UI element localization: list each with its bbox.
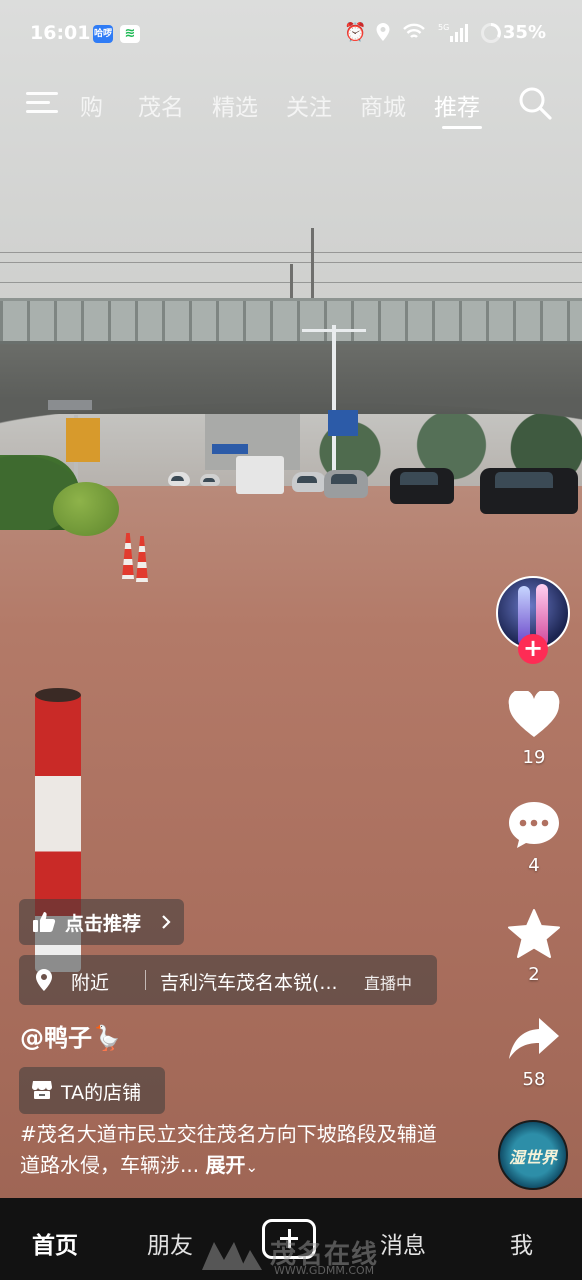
music-disc[interactable]: 湿世界 [498, 1120, 568, 1190]
car [200, 474, 220, 486]
share-icon[interactable] [507, 1016, 561, 1062]
battery-ring-icon [481, 23, 501, 43]
chevron-down-icon: ⌄ [245, 1158, 259, 1176]
app-badge-music-icon: ≋ [120, 25, 140, 43]
alarm-icon: ⏰ [344, 22, 367, 43]
battery-percent: 35% [502, 22, 546, 43]
traffic-sign [66, 418, 100, 462]
active-tab-indicator [442, 126, 482, 129]
app-badge-hello: 哈啰 [93, 25, 113, 43]
signal-5g-icon: 5G [438, 23, 468, 42]
thumbs-up-icon [33, 912, 56, 932]
location-divider [145, 970, 146, 990]
star-icon[interactable] [507, 908, 561, 960]
bush [53, 482, 119, 536]
power-line [0, 262, 582, 263]
camera [48, 400, 92, 410]
truck [236, 456, 284, 494]
tab-mall[interactable]: 商城 [360, 88, 406, 122]
recommend-label: 点击推荐 [65, 913, 142, 935]
shop-chip[interactable]: TA的店铺 [19, 1067, 165, 1114]
car [168, 472, 190, 486]
author-name[interactable]: @鸭子🪿 [20, 1018, 122, 1053]
tab-following[interactable]: 关注 [286, 88, 332, 122]
nav-me[interactable]: 我 [510, 1226, 533, 1260]
shop-label: TA的店铺 [61, 1082, 142, 1104]
location-icon [376, 23, 390, 41]
location-pin-icon [36, 969, 52, 991]
status-bar: 16:01 哈啰 ≋ ⏰ 5G 35% [0, 0, 582, 68]
nav-home[interactable]: 首页 [32, 1226, 78, 1260]
power-line [0, 252, 582, 253]
comment-count: 4 [528, 855, 540, 876]
music-disc-text: 湿世界 [508, 1148, 557, 1167]
follow-button[interactable]: + [518, 634, 548, 664]
car [390, 468, 454, 504]
search-icon[interactable] [518, 86, 552, 120]
expand-button[interactable]: 展开 [205, 1153, 245, 1177]
road-sign [212, 444, 248, 454]
status-time: 16:01 [30, 22, 91, 44]
car [292, 472, 326, 492]
car [480, 468, 578, 514]
favorite-count: 2 [528, 964, 540, 985]
recommend-chip[interactable]: 点击推荐 [19, 899, 184, 945]
watermark-logo-icon [202, 1242, 262, 1270]
menu-icon[interactable] [26, 90, 58, 116]
like-count: 19 [522, 747, 546, 768]
nav-friends[interactable]: 朋友 [147, 1226, 193, 1260]
comment-icon[interactable] [507, 800, 561, 850]
watermark-url: WWW.GDMM.COM [274, 1264, 375, 1277]
tab-featured[interactable]: 精选 [212, 88, 258, 122]
utility-pole [290, 264, 293, 300]
location-chip[interactable]: 附近 吉利汽车茂名本锐(... 直播中 [19, 955, 437, 1005]
location-near-label: 附近 [71, 972, 110, 994]
video-description[interactable]: #茂名大道市民立交往茂名方向下坡路段及辅道道路水侵，车辆涉... 展开⌄ [20, 1119, 440, 1183]
live-status-label: 直播中 [364, 974, 413, 993]
location-place-name: 吉利汽车茂名本锐(... [160, 972, 338, 994]
bridge-railing [0, 298, 582, 344]
shop-icon [32, 1081, 52, 1099]
share-count: 58 [522, 1069, 546, 1090]
wifi-icon [403, 23, 425, 38]
car [324, 470, 368, 498]
svg-text:5G: 5G [438, 23, 449, 32]
chevron-right-icon [162, 915, 171, 929]
utility-pole [311, 228, 314, 300]
road-sign [328, 410, 358, 436]
tab-shopping[interactable]: 购 [80, 88, 103, 122]
tab-maoming[interactable]: 茂名 [138, 88, 184, 122]
top-nav: 购 茂名 精选 关注 商城 推荐 [0, 80, 582, 130]
heart-icon[interactable] [507, 691, 561, 739]
tab-recommend[interactable]: 推荐 [434, 88, 480, 122]
street-lamp [302, 325, 366, 475]
site-watermark: 茂名在线 WWW.GDMM.COM [200, 1232, 400, 1278]
